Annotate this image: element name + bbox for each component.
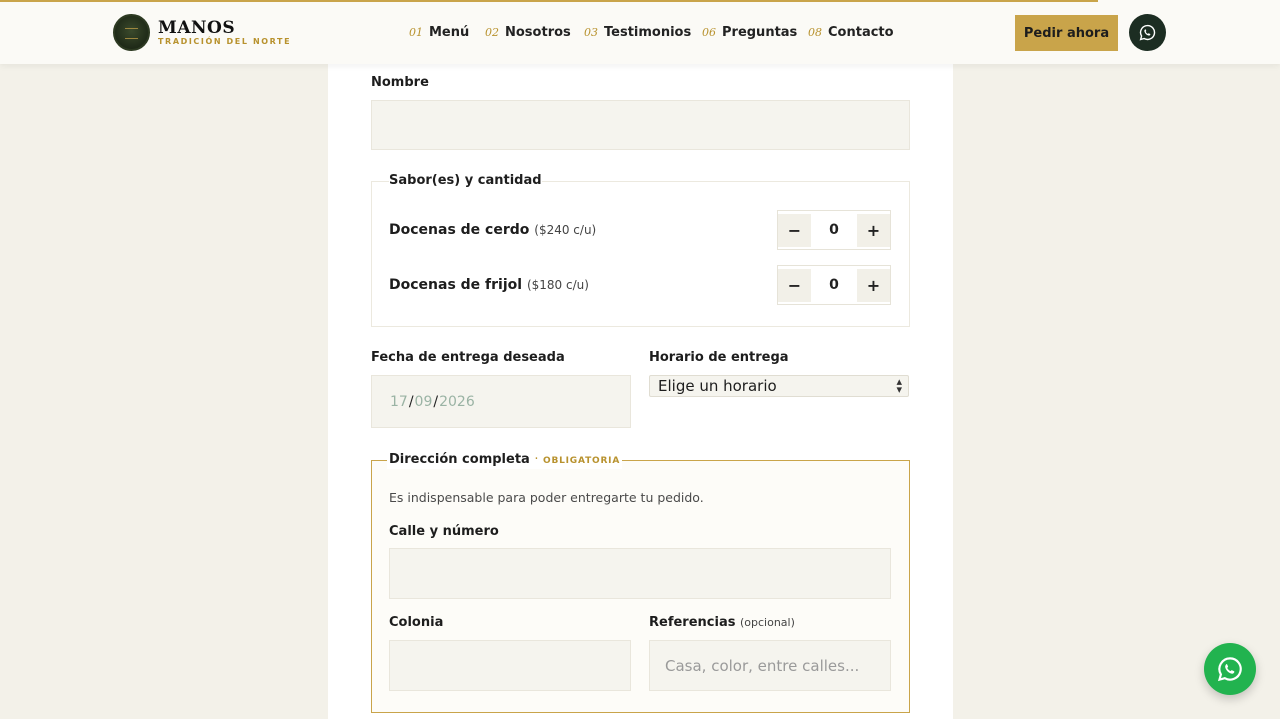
nav-number: 08 xyxy=(808,26,822,39)
name-input[interactable] xyxy=(371,100,910,150)
whatsapp-icon xyxy=(1139,24,1156,41)
nav-item-contacto[interactable]: 08 Contacto xyxy=(808,24,894,41)
nav-label: Testimonios xyxy=(604,25,692,40)
nav-label: Preguntas xyxy=(722,25,798,40)
references-placeholder: Casa, color, entre calles... xyxy=(665,656,860,675)
delivery-time-label: Horario de entrega xyxy=(649,350,789,365)
chevron-updown-icon: ▴ ▾ xyxy=(896,375,902,396)
floating-whatsapp-button[interactable] xyxy=(1204,643,1256,695)
date-separator: / xyxy=(408,393,414,410)
date-day: 17 xyxy=(390,393,408,410)
references-label: Referencias (opcional) xyxy=(649,615,795,631)
name-label: Nombre xyxy=(371,75,429,90)
quantity-stepper-frijol: − 0 + xyxy=(777,265,891,305)
flavor-price: ($180 c/u) xyxy=(526,278,589,292)
order-now-button[interactable]: Pedir ahora xyxy=(1015,15,1118,51)
whatsapp-icon xyxy=(1217,657,1242,682)
nav-label: Menú xyxy=(429,25,470,40)
brand-logo[interactable] xyxy=(113,14,150,51)
nav-number: 01 xyxy=(409,26,423,39)
nav-item-preguntas[interactable]: 06 Preguntas xyxy=(702,24,797,41)
optional-note: (opcional) xyxy=(740,616,795,629)
date-separator: / xyxy=(433,393,439,410)
legend-dot: · xyxy=(534,452,539,467)
increment-button[interactable]: + xyxy=(857,269,890,302)
nav-item-nosotros[interactable]: 02 Nosotros xyxy=(485,24,571,41)
colonia-input[interactable] xyxy=(389,640,631,691)
quantity-input[interactable]: 0 xyxy=(811,266,857,304)
references-input[interactable]: Casa, color, entre calles... xyxy=(649,640,891,691)
nav-number: 03 xyxy=(584,26,598,39)
flavor-label-cerdo: Docenas de cerdo ($240 c/u) xyxy=(389,221,596,239)
quantity-stepper-cerdo: − 0 + xyxy=(777,210,891,250)
increment-button[interactable]: + xyxy=(857,214,890,247)
delivery-date-input[interactable]: 17/09/2026 xyxy=(371,375,631,428)
address-legend-title: Dirección completa xyxy=(389,452,530,467)
date-year: 2026 xyxy=(439,393,475,410)
address-legend: Dirección completa · OBLIGATORIA xyxy=(387,452,623,469)
header-whatsapp-button[interactable] xyxy=(1129,14,1166,51)
site-header: MANOS TRADICIÓN DEL NORTE 01 Menú 02 Nosot… xyxy=(0,0,1280,64)
nav-label: Nosotros xyxy=(505,25,571,40)
scroll-progress-bar xyxy=(0,0,1098,2)
quantity-input[interactable]: 0 xyxy=(811,211,857,249)
nav-label: Contacto xyxy=(828,25,894,40)
delivery-date-label: Fecha de entrega deseada xyxy=(371,350,565,365)
brand-tagline: TRADICIÓN DEL NORTE xyxy=(158,37,292,46)
required-badge: OBLIGATORIA xyxy=(543,456,621,466)
street-label: Calle y número xyxy=(389,524,499,539)
flavor-name: Docenas de cerdo xyxy=(389,222,530,238)
address-helper-text: Es indispensable para poder entregarte t… xyxy=(389,490,704,505)
colonia-label: Colonia xyxy=(389,615,444,630)
select-value: Elige un horario xyxy=(658,377,777,395)
decrement-button[interactable]: − xyxy=(778,214,811,247)
references-title: Referencias xyxy=(649,615,736,630)
nav-number: 06 xyxy=(702,26,716,39)
flavors-fieldset xyxy=(371,181,910,327)
date-month: 09 xyxy=(414,393,433,410)
flavor-name: Docenas de frijol xyxy=(389,277,523,293)
flavor-label-frijol: Docenas de frijol ($180 c/u) xyxy=(389,276,589,294)
nav-number: 02 xyxy=(485,26,499,39)
flavors-legend: Sabor(es) y cantidad xyxy=(389,173,542,189)
brand-name[interactable]: MANOS xyxy=(158,19,235,37)
nav-item-menu[interactable]: 01 Menú xyxy=(409,24,469,41)
delivery-time-select[interactable]: Elige un horario ▴ ▾ xyxy=(649,375,909,397)
decrement-button[interactable]: − xyxy=(778,269,811,302)
flavor-price: ($240 c/u) xyxy=(534,223,597,237)
nav-item-testimonios[interactable]: 03 Testimonios xyxy=(584,24,691,41)
street-input[interactable] xyxy=(389,548,891,599)
